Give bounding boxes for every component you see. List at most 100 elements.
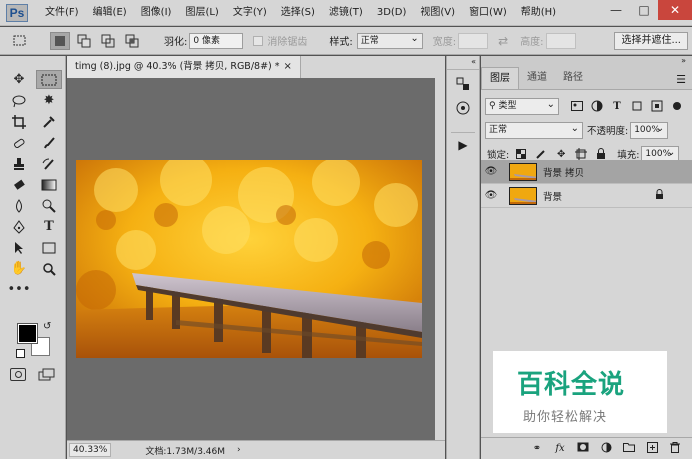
close-tab-icon[interactable]: ×: [284, 61, 292, 72]
menu-edit[interactable]: 编辑(E): [86, 0, 134, 26]
watermark-subtitle: 助你轻松解决: [523, 410, 608, 425]
new-adjustment-layer-icon[interactable]: [597, 442, 615, 456]
menu-window[interactable]: 窗口(W): [462, 0, 514, 26]
panel-menu-icon[interactable]: ☰: [676, 73, 686, 86]
menu-view[interactable]: 视图(V): [413, 0, 462, 26]
height-input[interactable]: [545, 32, 576, 49]
filter-smart-object-icon[interactable]: [649, 98, 665, 114]
dodge-tool-icon[interactable]: [36, 196, 62, 215]
filter-toggle-icon[interactable]: [669, 98, 685, 114]
visibility-eye-icon[interactable]: 👁: [481, 166, 501, 177]
layer-filter-select[interactable]: ⚲ 类型: [485, 97, 559, 115]
menu-file[interactable]: 文件(F): [38, 0, 86, 26]
status-menu-arrow-icon[interactable]: ›: [237, 445, 241, 455]
layer-lock-icon: [655, 188, 664, 203]
type-tool-icon[interactable]: T: [36, 217, 62, 236]
status-bar: 40.33% 文档:1.73M/3.46M ›: [67, 440, 445, 459]
new-group-folder-icon[interactable]: [620, 442, 638, 455]
document-tab[interactable]: timg (8).jpg @ 40.3% (背景 拷贝, RGB/8#) * ×: [67, 56, 301, 78]
link-layers-icon[interactable]: ⚭: [528, 443, 546, 454]
delete-layer-trash-icon[interactable]: [666, 441, 684, 456]
rectangular-marquee-tool-icon[interactable]: [36, 70, 62, 89]
swap-colors-icon[interactable]: ↺: [43, 321, 51, 332]
filter-pixel-icon[interactable]: [569, 98, 585, 114]
actions-play-icon[interactable]: ▶: [451, 132, 475, 152]
document-size-info: 文档:1.73M/3.46M: [145, 446, 226, 457]
menu-type[interactable]: 文字(Y): [226, 0, 274, 26]
close-icon[interactable]: ✕: [658, 0, 692, 20]
filter-adjustment-icon[interactable]: [589, 98, 605, 114]
hand-tool-icon[interactable]: ✋: [6, 259, 32, 278]
brush-tool-icon[interactable]: [36, 133, 62, 152]
foreground-color-swatch[interactable]: [17, 323, 38, 344]
zoom-level-field[interactable]: 40.33%: [69, 443, 112, 457]
history-panel-icon[interactable]: [451, 74, 475, 94]
menu-filter[interactable]: 滤镜(T): [322, 0, 370, 26]
eraser-tool-icon[interactable]: [6, 175, 32, 194]
visibility-eye-icon[interactable]: 👁: [481, 190, 501, 201]
style-label: 样式:: [329, 37, 353, 48]
screen-mode-icon[interactable]: [38, 368, 56, 381]
spot-healing-brush-icon[interactable]: [6, 133, 32, 152]
blur-tool-icon[interactable]: [6, 196, 32, 215]
gradient-tool-icon[interactable]: [36, 175, 62, 194]
new-selection-icon[interactable]: [50, 31, 70, 50]
tab-layers[interactable]: 图层: [481, 67, 519, 89]
menu-3d[interactable]: 3D(D): [370, 0, 414, 26]
marquee-tool-preset-icon[interactable]: [10, 32, 30, 50]
layer-name: 背景 拷贝: [543, 167, 585, 179]
opacity-input[interactable]: 100%: [630, 121, 669, 139]
subtract-from-selection-icon[interactable]: [98, 32, 118, 50]
width-input[interactable]: [458, 32, 489, 49]
pen-tool-icon[interactable]: [6, 217, 32, 236]
lasso-tool-icon[interactable]: [6, 91, 32, 110]
window-controls: — □ ✕: [602, 0, 692, 26]
width-label: 宽度:: [432, 37, 457, 48]
minimize-icon[interactable]: —: [602, 0, 630, 20]
vertical-scrollbar[interactable]: [435, 78, 445, 440]
eyedropper-tool-icon[interactable]: [36, 112, 62, 131]
lock-label: 锁定:: [487, 150, 510, 161]
more-tools-icon[interactable]: •••: [6, 280, 32, 299]
blend-mode-select[interactable]: 正常: [485, 121, 583, 139]
zoom-tool-icon[interactable]: [36, 259, 62, 278]
antialias-label: 消除锯齿: [267, 37, 308, 48]
layer-row-background[interactable]: 👁 背景: [481, 184, 692, 208]
tab-channels[interactable]: 通道: [519, 67, 555, 89]
layer-row-background-copy[interactable]: 👁 背景 拷贝: [481, 160, 692, 184]
path-selection-tool-icon[interactable]: [6, 238, 32, 257]
tab-paths[interactable]: 路径: [555, 67, 591, 89]
menu-image[interactable]: 图像(I): [134, 0, 179, 26]
menu-select[interactable]: 选择(S): [274, 0, 322, 26]
layer-style-fx-icon[interactable]: fx: [551, 443, 569, 454]
antialias-checkbox[interactable]: [253, 35, 264, 46]
move-tool-icon[interactable]: ✥: [6, 70, 32, 89]
menu-help[interactable]: 帮助(H): [514, 0, 563, 26]
default-colors-icon[interactable]: [16, 349, 25, 358]
toolbox: ✥ ✸ T ✋ ••• ↺: [0, 56, 66, 459]
filter-type-icon[interactable]: T: [609, 98, 625, 114]
autumn-boardwalk-image[interactable]: [76, 160, 422, 358]
select-and-mask-button[interactable]: 选择并遮住...: [614, 32, 688, 50]
swap-dimensions-icon[interactable]: ⇄: [498, 34, 508, 48]
maximize-icon[interactable]: □: [630, 0, 658, 20]
new-layer-icon[interactable]: [643, 441, 661, 456]
quick-selection-tool-icon[interactable]: ✸: [36, 91, 62, 110]
menu-layer[interactable]: 图层(L): [178, 0, 225, 26]
add-mask-icon[interactable]: [574, 442, 592, 455]
crop-tool-icon[interactable]: [6, 112, 32, 131]
clone-stamp-tool-icon[interactable]: [6, 154, 32, 173]
layers-list: 👁 背景 拷贝 👁 背景: [481, 160, 692, 208]
quick-mask-icon[interactable]: [10, 368, 26, 381]
intersect-selection-icon[interactable]: [122, 32, 142, 50]
height-label: 高度:: [520, 37, 544, 48]
rectangle-tool-icon[interactable]: [36, 238, 62, 257]
properties-panel-icon[interactable]: [451, 98, 475, 118]
history-brush-tool-icon[interactable]: [36, 154, 62, 173]
add-to-selection-icon[interactable]: [74, 32, 94, 50]
feather-input[interactable]: 0 像素: [189, 32, 244, 49]
filter-shape-icon[interactable]: [629, 98, 645, 114]
style-select[interactable]: 正常: [356, 32, 423, 49]
strip-collapse-icon[interactable]: «: [447, 56, 479, 70]
options-bar: 羽化: 0 像素 消除锯齿 样式: 正常 宽度: ⇄ 高度: 选择并遮住...: [0, 27, 692, 55]
